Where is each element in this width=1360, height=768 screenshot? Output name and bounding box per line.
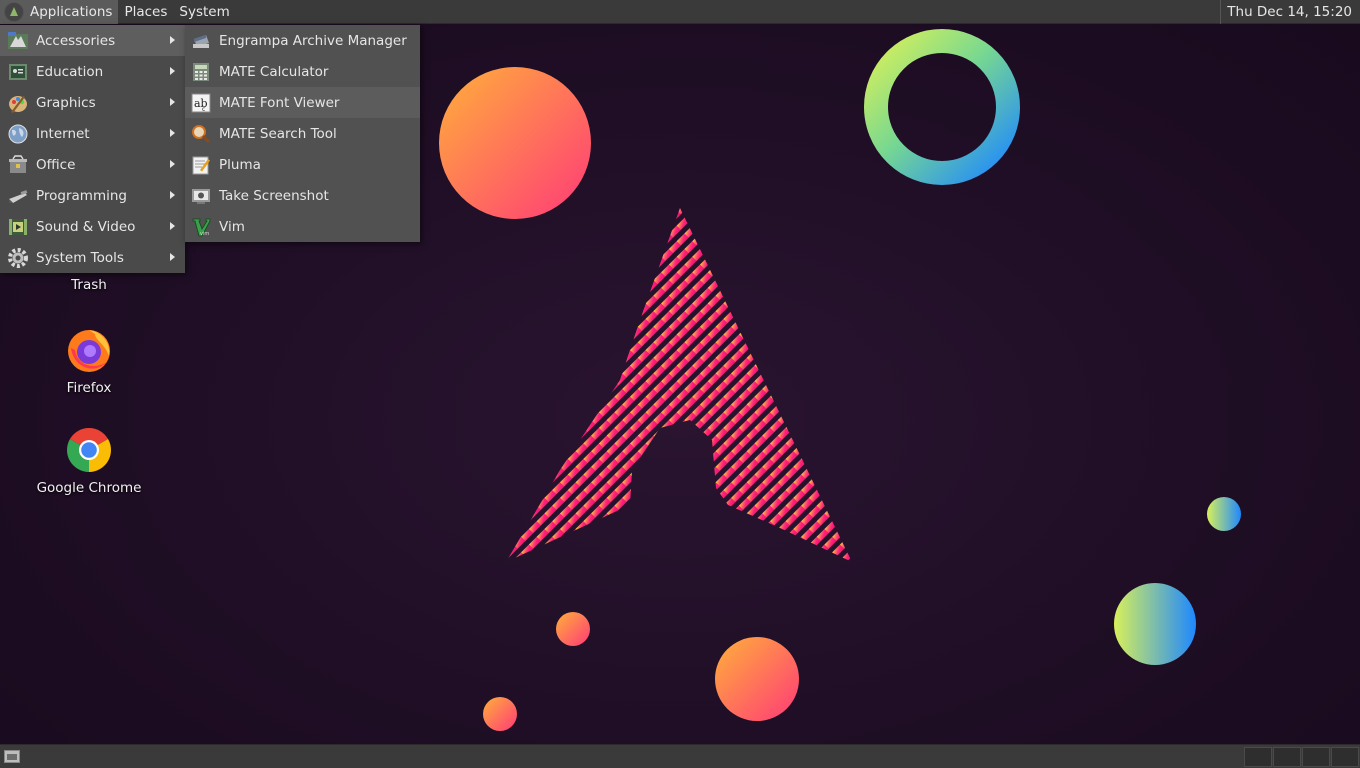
clock[interactable]: Thu Dec 14, 15:20 (1220, 0, 1360, 24)
accessories-submenu: Engrampa Archive Manager MATE Calculator… (185, 25, 420, 242)
programming-icon (7, 185, 29, 207)
bottom-panel (0, 744, 1360, 768)
orange-circle-large (439, 67, 591, 219)
svg-text:ab: ab (194, 97, 208, 110)
desktop-icon-google-chrome[interactable]: Google Chrome (29, 426, 149, 496)
menu-item-mate-font-viewer[interactable]: ab c MATE Font Viewer (185, 87, 420, 118)
menu-item-label: MATE Calculator (219, 63, 329, 80)
archive-manager-icon (191, 31, 211, 51)
firefox-icon (65, 326, 113, 374)
menu-item-pluma[interactable]: Pluma (185, 149, 420, 180)
workspace-switcher-3[interactable] (1302, 747, 1330, 767)
vim-icon: vim (191, 217, 211, 237)
screenshot-icon (191, 186, 211, 206)
category-graphics[interactable]: Graphics (0, 87, 185, 118)
category-label: Programming (36, 187, 127, 204)
calculator-icon (191, 62, 211, 82)
menu-item-take-screenshot[interactable]: Take Screenshot (185, 180, 420, 211)
menu-item-label: Pluma (219, 156, 261, 173)
menu-item-label: MATE Search Tool (219, 125, 337, 142)
blue-circle-small (1207, 497, 1241, 531)
system-menu-label: System (179, 3, 230, 20)
category-label: Graphics (36, 94, 96, 111)
category-label: System Tools (36, 249, 124, 266)
menu-item-label: Vim (219, 218, 245, 235)
submenu-arrow-icon (170, 191, 175, 199)
category-label: Sound & Video (36, 218, 136, 235)
desktop-icon-trash[interactable]: Trash (29, 277, 149, 293)
places-menu-label: Places (124, 3, 168, 20)
category-internet[interactable]: Internet (0, 118, 185, 149)
submenu-arrow-icon (170, 36, 175, 44)
sound-video-icon (7, 216, 29, 238)
menu-item-mate-search-tool[interactable]: MATE Search Tool (185, 118, 420, 149)
category-accessories[interactable]: Accessories (0, 25, 185, 56)
category-label: Education (36, 63, 104, 80)
category-sound-video[interactable]: Sound & Video (0, 211, 185, 242)
submenu-arrow-icon (170, 98, 175, 106)
workspace-switcher-4[interactable] (1331, 747, 1359, 767)
workspace-switcher-2[interactable] (1273, 747, 1301, 767)
blue-circle-large (1114, 583, 1196, 665)
workspace-switcher-1[interactable] (1244, 747, 1272, 767)
top-panel: Applications Places System Thu Dec 14, 1… (0, 0, 1360, 24)
submenu-arrow-icon (170, 222, 175, 230)
svg-text:vim: vim (200, 231, 209, 237)
accessories-icon (7, 30, 29, 52)
svg-text:c: c (202, 106, 205, 113)
graphics-icon (7, 92, 29, 114)
submenu-arrow-icon (170, 253, 175, 261)
category-label: Internet (36, 125, 90, 142)
internet-icon (7, 123, 29, 145)
menu-item-label: Engrampa Archive Manager (219, 32, 407, 49)
office-icon (7, 154, 29, 176)
category-office[interactable]: Office (0, 149, 185, 180)
applications-menu: Accessories Education Graphics Internet … (0, 25, 185, 273)
category-education[interactable]: Education (0, 56, 185, 87)
submenu-arrow-icon (170, 67, 175, 75)
desktop-icon-label: Google Chrome (36, 480, 142, 496)
submenu-arrow-icon (170, 129, 175, 137)
arch-logo (506, 208, 852, 562)
menu-item-mate-calculator[interactable]: MATE Calculator (185, 56, 420, 87)
menu-item-engrampa[interactable]: Engrampa Archive Manager (185, 25, 420, 56)
text-editor-icon (191, 155, 211, 175)
menu-item-label: MATE Font Viewer (219, 94, 340, 111)
menu-item-label: Take Screenshot (219, 187, 329, 204)
search-tool-icon (191, 124, 211, 144)
system-tools-icon (7, 247, 29, 269)
category-label: Office (36, 156, 76, 173)
orange-circle-medium (715, 637, 799, 721)
arch-logo-icon (4, 1, 24, 22)
font-viewer-icon: ab c (191, 93, 211, 113)
desktop-icon-label: Firefox (66, 380, 112, 396)
desktop-icon-label: Trash (71, 277, 107, 293)
category-programming[interactable]: Programming (0, 180, 185, 211)
places-menu-button[interactable]: Places (118, 0, 173, 24)
applications-menu-label: Applications (30, 3, 113, 20)
submenu-arrow-icon (170, 160, 175, 168)
show-desktop-icon[interactable] (4, 750, 20, 763)
gradient-ring (864, 29, 1020, 185)
menu-item-vim[interactable]: vim Vim (185, 211, 420, 242)
category-system-tools[interactable]: System Tools (0, 242, 185, 273)
system-menu-button[interactable]: System (173, 0, 235, 24)
applications-menu-button[interactable]: Applications (0, 0, 119, 24)
orange-circle-small-2 (483, 697, 517, 731)
chrome-icon (65, 426, 113, 474)
orange-circle-small-1 (556, 612, 590, 646)
education-icon (7, 61, 29, 83)
category-label: Accessories (36, 32, 116, 49)
desktop-icon-firefox[interactable]: Firefox (29, 326, 149, 396)
